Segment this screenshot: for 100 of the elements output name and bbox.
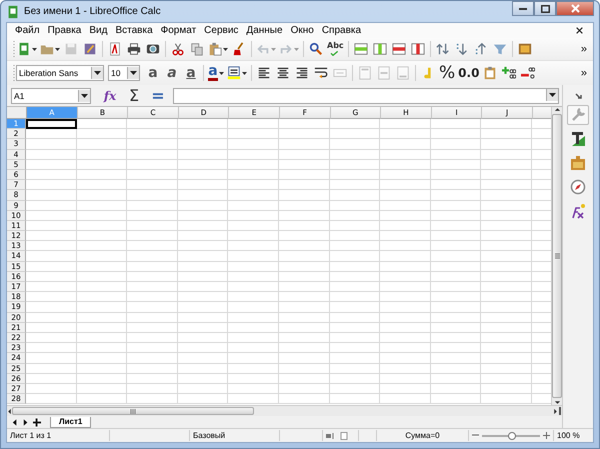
- spreadsheet-cell[interactable]: [178, 312, 228, 323]
- menu-item[interactable]: Справка: [318, 25, 366, 36]
- spreadsheet-cell[interactable]: [330, 170, 380, 180]
- zoom-slider-thumb[interactable]: [508, 432, 516, 440]
- spreadsheet-cell[interactable]: [330, 241, 380, 252]
- spreadsheet-cell[interactable]: [178, 190, 228, 200]
- spreadsheet-cell[interactable]: [330, 129, 380, 140]
- spreadsheet-cell[interactable]: [278, 364, 330, 374]
- spreadsheet-cell[interactable]: [330, 150, 380, 160]
- spreadsheet-cell[interactable]: [380, 119, 431, 130]
- spreadsheet-cell[interactable]: [430, 210, 482, 221]
- spreadsheet-cell[interactable]: [26, 210, 77, 221]
- spreadsheet-cell[interactable]: [228, 210, 279, 221]
- spreadsheet-cell[interactable]: [278, 170, 330, 180]
- underline-button[interactable]: a: [182, 63, 200, 83]
- spreadsheet-cell[interactable]: [430, 374, 482, 384]
- spreadsheet-cell[interactable]: [76, 343, 128, 354]
- spreadsheet-cell[interactable]: [127, 262, 178, 272]
- spreadsheet-cell[interactable]: [380, 231, 431, 242]
- spreadsheet-cell[interactable]: [127, 180, 178, 190]
- spreadsheet-cell[interactable]: [76, 364, 128, 374]
- spreadsheet-cell[interactable]: [76, 374, 128, 384]
- spreadsheet-cell[interactable]: [278, 374, 330, 384]
- spreadsheet-cell[interactable]: [26, 394, 77, 404]
- spreadsheet-cell[interactable]: [228, 231, 279, 242]
- spreadsheet-cell[interactable]: [330, 364, 380, 374]
- spreadsheet-cell[interactable]: [26, 322, 77, 333]
- name-box[interactable]: A1: [11, 88, 91, 104]
- sheet-tab[interactable]: Лист1: [50, 416, 92, 428]
- spreadsheet-cell[interactable]: [481, 364, 532, 374]
- spreadsheet-cell[interactable]: [127, 384, 178, 394]
- spreadsheet-cell[interactable]: [127, 374, 178, 384]
- spreadsheet-cell[interactable]: [228, 384, 279, 394]
- spreadsheet-cell[interactable]: [178, 282, 228, 292]
- spreadsheet-cell[interactable]: [127, 343, 178, 354]
- menu-item[interactable]: Вид: [85, 25, 112, 36]
- spreadsheet-cell[interactable]: [127, 200, 178, 211]
- spreadsheet-cell[interactable]: [127, 119, 178, 130]
- formula-input-field[interactable]: [173, 88, 559, 104]
- spreadsheet-cell[interactable]: [380, 353, 431, 364]
- formula-button[interactable]: =: [149, 86, 167, 106]
- spreadsheet-cell[interactable]: [26, 302, 77, 313]
- spreadsheet-cell[interactable]: [127, 332, 178, 344]
- spreadsheet-cell[interactable]: [228, 312, 279, 323]
- spreadsheet-cell[interactable]: [330, 312, 380, 323]
- spreadsheet-cell[interactable]: [178, 272, 228, 282]
- spreadsheet-cell[interactable]: [178, 160, 228, 170]
- spreadsheet-cell[interactable]: [178, 170, 228, 180]
- spreadsheet-cell[interactable]: [430, 160, 482, 170]
- percent-format-button[interactable]: %: [438, 63, 456, 83]
- spreadsheet-cell[interactable]: [330, 322, 380, 333]
- menu-item[interactable]: Правка: [44, 25, 86, 36]
- spreadsheet-cell[interactable]: [26, 292, 77, 302]
- spreadsheet-cell[interactable]: [481, 210, 532, 221]
- spreadsheet-cell[interactable]: [481, 302, 532, 313]
- sum-button[interactable]: Σ: [125, 86, 143, 106]
- spreadsheet-cell[interactable]: [430, 150, 482, 160]
- spreadsheet-cell[interactable]: [178, 374, 228, 384]
- spreadsheet-cell[interactable]: [26, 220, 77, 232]
- spreadsheet-cell[interactable]: [76, 384, 128, 394]
- spreadsheet-cell[interactable]: [481, 394, 532, 404]
- spreadsheet-cell[interactable]: [380, 251, 431, 262]
- spreadsheet-cell[interactable]: [228, 200, 279, 211]
- menu-item[interactable]: Файл: [11, 25, 44, 36]
- spreadsheet-cell[interactable]: [278, 262, 330, 272]
- horizontal-scrollbar-thumb[interactable]: [12, 407, 254, 415]
- spreadsheet-cell[interactable]: [178, 200, 228, 211]
- spreadsheet-cell[interactable]: [330, 251, 380, 262]
- spreadsheet-cell[interactable]: [76, 322, 128, 333]
- spreadsheet-cell[interactable]: [76, 190, 128, 200]
- spreadsheet-cell[interactable]: [430, 394, 482, 404]
- spreadsheet-cell[interactable]: [380, 332, 431, 344]
- spreadsheet-cell[interactable]: [228, 150, 279, 160]
- spreadsheet-cell[interactable]: [481, 343, 532, 354]
- spreadsheet-cell[interactable]: [127, 251, 178, 262]
- spreadsheet-cell[interactable]: [430, 190, 482, 200]
- spreadsheet-cell[interactable]: [278, 343, 330, 354]
- spreadsheet-cell[interactable]: [481, 353, 532, 364]
- spreadsheet-cell[interactable]: [430, 364, 482, 374]
- spreadsheet-cell[interactable]: [178, 251, 228, 262]
- spreadsheet-cell[interactable]: [178, 241, 228, 252]
- spreadsheet-cell[interactable]: [330, 220, 380, 232]
- spreadsheet-cell[interactable]: [76, 160, 128, 170]
- spreadsheet-cell[interactable]: [330, 262, 380, 272]
- spreadsheet-cell[interactable]: [380, 170, 431, 180]
- spreadsheet-cell[interactable]: [430, 272, 482, 282]
- spreadsheet-cell[interactable]: [278, 302, 330, 313]
- spreadsheet-cell[interactable]: [76, 241, 128, 252]
- spreadsheet-cell[interactable]: [330, 374, 380, 384]
- spreadsheet-cell[interactable]: [228, 282, 279, 292]
- spreadsheet-cell[interactable]: [278, 251, 330, 262]
- spreadsheet-cell[interactable]: [178, 302, 228, 313]
- column-header[interactable]: [532, 107, 551, 119]
- spreadsheet-cell[interactable]: [76, 150, 128, 160]
- spreadsheet-cell[interactable]: [127, 190, 178, 200]
- spreadsheet-cell[interactable]: [178, 364, 228, 374]
- spreadsheet-cell[interactable]: [330, 343, 380, 354]
- spreadsheet-cell[interactable]: [26, 353, 77, 364]
- spreadsheet-cell[interactable]: [228, 332, 279, 344]
- spreadsheet-cell[interactable]: [278, 180, 330, 190]
